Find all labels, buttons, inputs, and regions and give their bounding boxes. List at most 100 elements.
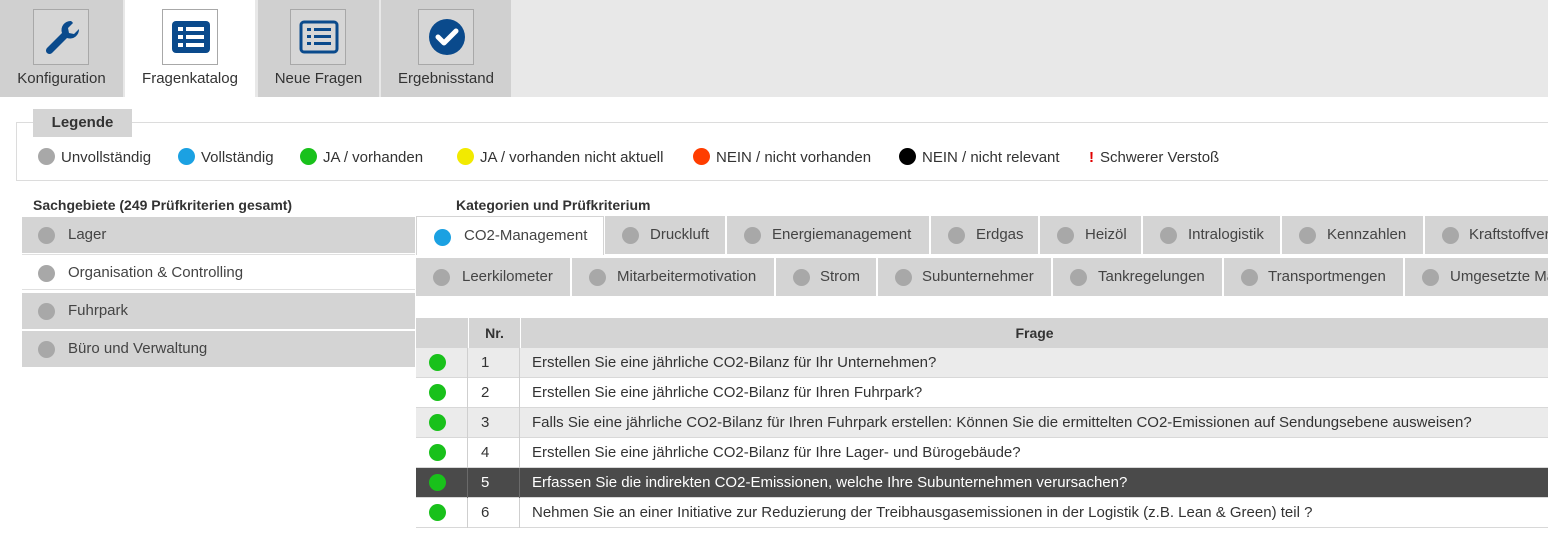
- category-tab-umgesetzte-massnahmen[interactable]: Umgesetzte Maßnahmen: [1405, 258, 1548, 296]
- row-frage: Erstellen Sie eine jährliche CO2-Bilanz …: [532, 384, 923, 401]
- category-label: Umgesetzte Maßnahmen: [1450, 268, 1548, 285]
- table-header: Nr. Frage: [416, 318, 1548, 348]
- category-tab-tankregelungen[interactable]: Tankregelungen: [1053, 258, 1223, 296]
- header-nr[interactable]: Nr.: [468, 318, 520, 348]
- status-dot-icon: [429, 474, 446, 491]
- table-row[interactable]: 4 Erstellen Sie eine jährliche CO2-Bilan…: [416, 438, 1548, 468]
- tab-konfiguration[interactable]: Konfiguration: [0, 0, 123, 97]
- category-tab-heizoel[interactable]: Heizöl: [1040, 216, 1142, 254]
- category-label: Kraftstoffverbrauch: [1469, 226, 1548, 243]
- status-dot-icon: [457, 148, 474, 165]
- legend-item-nein-nicht-relevant: NEIN / nicht relevant: [899, 148, 1060, 168]
- status-cell: [416, 438, 468, 468]
- exclamation-icon: !: [1089, 149, 1094, 166]
- category-label: Intralogistik: [1188, 226, 1264, 243]
- tab-fragenkatalog[interactable]: Fragenkatalog: [125, 0, 255, 97]
- status-dot-icon: [895, 269, 912, 286]
- status-dot-icon: [589, 269, 606, 286]
- legend-label: NEIN / nicht relevant: [922, 149, 1060, 166]
- sachgebiet-item-buero[interactable]: Büro und Verwaltung: [22, 331, 415, 367]
- sachgebiet-label: Organisation & Controlling: [68, 264, 244, 281]
- status-dot-icon: [429, 504, 446, 521]
- table-row[interactable]: 1 Erstellen Sie eine jährliche CO2-Bilan…: [416, 348, 1548, 378]
- status-dot-icon: [38, 227, 55, 244]
- legend-label: JA / vorhanden: [323, 149, 424, 166]
- category-label: Heizöl: [1085, 226, 1127, 243]
- legend-label: JA / vorhanden nicht aktuell: [480, 149, 664, 166]
- status-dot-icon: [1070, 269, 1087, 286]
- status-dot-icon: [429, 384, 446, 401]
- header-frage[interactable]: Frage: [520, 318, 1548, 348]
- legend-item-schwerer-verstoss: ! Schwerer Verstoß: [1089, 148, 1219, 168]
- row-nr: 5: [468, 468, 520, 498]
- status-cell: [416, 498, 468, 528]
- category-tab-erdgas[interactable]: Erdgas: [931, 216, 1039, 254]
- status-dot-icon: [433, 269, 450, 286]
- category-label: Druckluft: [650, 226, 710, 243]
- row-nr: 4: [468, 438, 520, 468]
- category-label: Mitarbeitermotivation: [617, 268, 757, 285]
- category-label: Energiemanagement: [772, 226, 912, 243]
- list-icon: [162, 9, 218, 65]
- tab-ergebnisstand[interactable]: Ergebnisstand: [381, 0, 511, 97]
- category-tab-strom[interactable]: Strom: [776, 258, 877, 296]
- legend-item-ja-vorhanden: JA / vorhanden: [300, 148, 423, 168]
- category-tab-co2-management[interactable]: CO2-Management: [416, 216, 604, 255]
- list-outline-icon: [290, 9, 346, 65]
- legend-label: Vollständig: [201, 149, 274, 166]
- row-frage: Erstellen Sie eine jährliche CO2-Bilanz …: [532, 354, 937, 371]
- status-dot-icon: [1442, 227, 1459, 244]
- status-dot-icon: [1422, 269, 1439, 286]
- sachgebiet-item-fuhrpark[interactable]: Fuhrpark: [22, 293, 415, 329]
- status-dot-icon: [793, 269, 810, 286]
- row-nr: 3: [468, 408, 520, 438]
- category-tab-kennzahlen[interactable]: Kennzahlen: [1282, 216, 1424, 254]
- row-frage: Nehmen Sie an einer Initiative zur Reduz…: [532, 504, 1313, 521]
- category-label: Strom: [820, 268, 861, 285]
- legend-item-vollstaendig: Vollständig: [178, 148, 274, 168]
- status-dot-icon: [434, 229, 451, 246]
- sachgebiet-item-organisation[interactable]: Organisation & Controlling: [22, 254, 415, 290]
- category-tab-energiemanagement[interactable]: Energiemanagement: [727, 216, 930, 254]
- legend-label: Schwerer Verstoß: [1100, 149, 1220, 166]
- table-row[interactable]: 6 Nehmen Sie an einer Initiative zur Red…: [416, 498, 1548, 528]
- status-dot-icon: [622, 227, 639, 244]
- status-dot-icon: [300, 148, 317, 165]
- tab-label: Neue Fragen: [274, 70, 363, 87]
- status-cell: [416, 378, 468, 408]
- category-tab-intralogistik[interactable]: Intralogistik: [1143, 216, 1281, 254]
- category-tab-mitarbeitermotivation[interactable]: Mitarbeitermotivation: [572, 258, 775, 296]
- row-frage: Erstellen Sie eine jährliche CO2-Bilanz …: [532, 444, 1021, 461]
- status-cell: [416, 348, 468, 378]
- category-tab-druckluft[interactable]: Druckluft: [605, 216, 726, 254]
- status-dot-icon: [1299, 227, 1316, 244]
- status-dot-icon: [693, 148, 710, 165]
- kategorien-title: Kategorien und Prüfkriterium: [456, 197, 651, 213]
- sachgebiete-title: Sachgebiete (249 Prüfkriterien gesamt): [33, 197, 293, 213]
- category-label: Leerkilometer: [462, 268, 553, 285]
- sachgebiet-label: Büro und Verwaltung: [68, 340, 208, 357]
- category-tab-kraftstoff[interactable]: Kraftstoffverbrauch: [1425, 216, 1548, 254]
- status-dot-icon: [899, 148, 916, 165]
- tab-neue-fragen[interactable]: Neue Fragen: [258, 0, 379, 97]
- row-frage: Falls Sie eine jährliche CO2-Bilanz für …: [532, 414, 1472, 431]
- table-row[interactable]: 2 Erstellen Sie eine jährliche CO2-Bilan…: [416, 378, 1548, 408]
- row-nr: 6: [468, 498, 520, 528]
- status-dot-icon: [429, 414, 446, 431]
- status-dot-icon: [38, 265, 55, 282]
- category-tab-transportmengen[interactable]: Transportmengen: [1224, 258, 1404, 296]
- category-label: Tankregelungen: [1098, 268, 1205, 285]
- category-label: Transportmengen: [1268, 268, 1386, 285]
- table-row-selected[interactable]: 5 Erfassen Sie die indirekten CO2-Emissi…: [416, 468, 1548, 498]
- status-dot-icon: [429, 444, 446, 461]
- category-tab-leerkilometer[interactable]: Leerkilometer: [416, 258, 571, 296]
- category-tab-subunternehmer[interactable]: Subunternehmer: [878, 258, 1052, 296]
- legend-item-ja-nicht-aktuell: JA / vorhanden nicht aktuell: [457, 148, 663, 168]
- status-dot-icon: [744, 227, 761, 244]
- sachgebiet-item-lager[interactable]: Lager: [22, 217, 415, 253]
- wrench-icon: [33, 9, 89, 65]
- status-dot-icon: [1160, 227, 1177, 244]
- tab-label: Konfiguration: [17, 70, 106, 87]
- legend-item-unvollstaendig: Unvollständig: [38, 148, 151, 168]
- table-row[interactable]: 3 Falls Sie eine jährliche CO2-Bilanz fü…: [416, 408, 1548, 438]
